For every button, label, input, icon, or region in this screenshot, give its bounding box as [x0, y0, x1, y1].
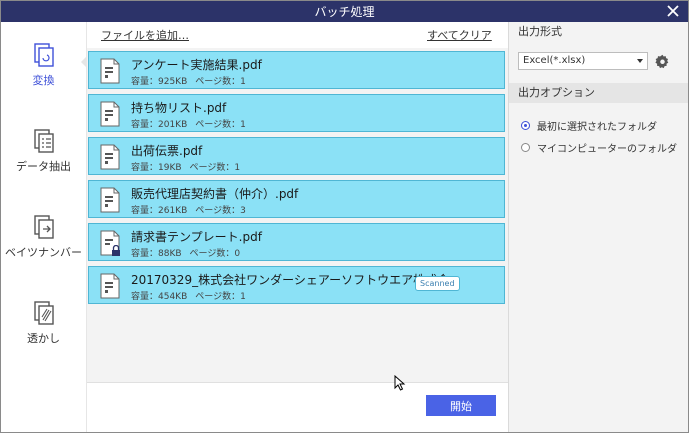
file-name: 販売代理店契約書（仲介）.pdf: [131, 187, 299, 201]
output-panel: 出力形式 Excel(*.xlsx) 出力オプション 最初に選択されたフォルダ …: [508, 22, 688, 432]
file-item[interactable]: 20170329_株式会社ワンダーシェアーソフトウエア株式会... Scanne…: [88, 266, 505, 304]
watermark-icon: [33, 301, 54, 325]
file-name: 20170329_株式会社ワンダーシェアーソフトウエア株式会...: [131, 273, 461, 287]
file-meta: 容量：261KB ページ数：3: [131, 203, 254, 216]
file-name: 出荷伝票.pdf: [131, 144, 203, 158]
pdf-file-icon: [100, 144, 120, 170]
sidebar-item-watermark[interactable]: 透かし: [1, 300, 86, 346]
file-name: 持ち物リスト.pdf: [131, 101, 227, 115]
output-format-value: Excel(*.xlsx): [523, 55, 586, 66]
option-first-selected-folder[interactable]: 最初に選択されたフォルダ: [521, 118, 657, 133]
scanned-badge: Scanned: [415, 276, 460, 291]
data-extract-icon: [33, 129, 54, 153]
radio-button[interactable]: [521, 121, 530, 130]
start-button[interactable]: 開始: [426, 395, 496, 416]
file-size: 容量：925KB: [131, 77, 188, 87]
file-item[interactable]: 販売代理店契約書（仲介）.pdf 容量：261KB ページ数：3: [88, 180, 505, 218]
file-size: 容量：261KB: [131, 206, 188, 216]
title-bar: バッチ処理: [1, 1, 688, 22]
option-my-computer-folder[interactable]: マイコンピューターのフォルダ: [521, 140, 677, 155]
output-format-select[interactable]: Excel(*.xlsx): [518, 52, 648, 70]
option-label: 最初に選択されたフォルダ: [537, 122, 657, 133]
bates-number-icon: [33, 215, 54, 239]
add-files-link[interactable]: ファイルを追加…: [101, 27, 189, 43]
clear-all-link[interactable]: すべてクリア: [427, 27, 492, 43]
file-panel: ファイルを追加… すべてクリア アンケート実施結果.pdf 容量：925KB ペー…: [86, 22, 508, 432]
action-bar: 開始: [86, 382, 508, 432]
lock-icon: [112, 245, 120, 256]
file-size: 容量：454KB: [131, 292, 188, 302]
file-meta: 容量：19KB ページ数：1: [131, 160, 248, 173]
sidebar-item-label: 透かし: [27, 332, 60, 345]
sidebar-item-data-extract[interactable]: データ抽出: [1, 128, 86, 174]
sidebar-item-label: ベイツナンバー: [5, 246, 82, 259]
sidebar-item-convert[interactable]: 変換: [1, 42, 86, 88]
file-pages: ページ数：0: [189, 249, 241, 259]
sidebar-item-label: データ抽出: [16, 160, 71, 173]
file-list: アンケート実施結果.pdf 容量：925KB ページ数：1 持ち物リスト.pdf …: [86, 48, 508, 382]
file-name: 請求書テンプレート.pdf: [131, 230, 262, 244]
convert-icon: [33, 43, 54, 67]
file-item[interactable]: アンケート実施結果.pdf 容量：925KB ページ数：1: [88, 51, 505, 89]
window-title: バッチ処理: [314, 5, 375, 19]
option-label: マイコンピューターのフォルダ: [537, 144, 677, 155]
file-size: 容量：201KB: [131, 120, 188, 130]
output-format-title: 出力形式: [518, 25, 562, 38]
close-icon[interactable]: [664, 2, 682, 20]
pdf-file-icon: [100, 101, 120, 127]
file-pages: ページ数：1: [195, 77, 246, 87]
file-pages: ページ数：1: [189, 163, 241, 173]
file-pages: ページ数：3: [195, 206, 246, 216]
file-meta: 容量：88KB ページ数：0: [131, 246, 248, 259]
radio-button[interactable]: [521, 143, 530, 152]
file-pages: ページ数：1: [195, 292, 246, 302]
chevron-down-icon: [637, 59, 643, 63]
mouse-cursor-icon: [394, 375, 406, 391]
file-meta: 容量：201KB ページ数：1: [131, 117, 254, 130]
file-size: 容量：88KB: [131, 249, 182, 259]
sidebar-divider: [86, 22, 87, 432]
pdf-file-icon: [100, 187, 120, 213]
pdf-file-icon: [100, 58, 120, 84]
file-pages: ページ数：1: [195, 120, 246, 130]
gear-icon[interactable]: [655, 54, 670, 69]
sidebar-item-label: 変換: [32, 74, 55, 87]
pdf-file-icon: [100, 273, 120, 299]
file-size: 容量：19KB: [131, 163, 182, 173]
file-item[interactable]: 請求書テンプレート.pdf 容量：88KB ページ数：0: [88, 223, 505, 261]
file-toolbar: ファイルを追加… すべてクリア: [86, 22, 508, 48]
file-name: アンケート実施結果.pdf: [131, 58, 262, 72]
file-item[interactable]: 出荷伝票.pdf 容量：19KB ページ数：1: [88, 137, 505, 175]
file-meta: 容量：925KB ページ数：1: [131, 74, 254, 87]
file-meta: 容量：454KB ページ数：1: [131, 289, 254, 302]
output-options-title: 出力オプション: [509, 83, 688, 103]
file-item[interactable]: 持ち物リスト.pdf 容量：201KB ページ数：1: [88, 94, 505, 132]
sidebar: 変換 データ抽出 ベイツナンバー 透かし: [1, 22, 86, 432]
sidebar-item-bates-number[interactable]: ベイツナンバー: [1, 214, 86, 260]
batch-process-window: バッチ処理 変換 データ抽出 ベイツナンバー 透かし ファイルを追加… すべてク…: [0, 0, 689, 433]
